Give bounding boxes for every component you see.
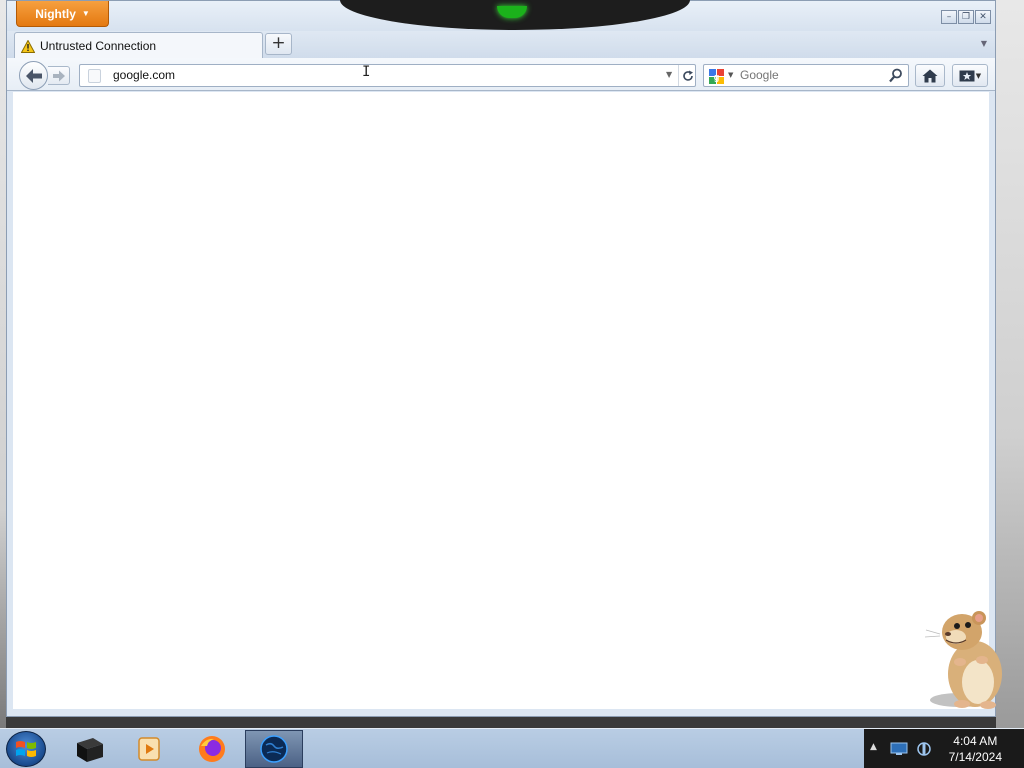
tab-list-chevron-icon[interactable]: ▼ bbox=[981, 39, 987, 48]
chevron-down-icon: ▼ bbox=[975, 71, 982, 80]
minimize-icon[interactable]: – bbox=[941, 10, 957, 24]
bookmarks-button[interactable]: ▼ bbox=[952, 64, 988, 87]
hamster-mascot-icon[interactable] bbox=[920, 604, 1012, 712]
warning-icon bbox=[21, 39, 35, 53]
taskbar-terminal-app[interactable] bbox=[60, 730, 118, 768]
clock-time: 4:04 AM bbox=[953, 734, 998, 748]
taskbar-firefox-app[interactable] bbox=[183, 730, 241, 768]
page-content[interactable]: I bbox=[13, 64, 989, 709]
url-bar[interactable]: google.com ▼ bbox=[79, 64, 696, 87]
search-icon[interactable] bbox=[889, 68, 903, 83]
tab-title: Untrusted Connection bbox=[40, 39, 157, 53]
site-identity-icon[interactable] bbox=[88, 69, 101, 83]
text-cursor-icon: I bbox=[362, 64, 371, 80]
bookmarks-star-icon bbox=[959, 70, 975, 82]
search-bar[interactable]: g ▼ bbox=[703, 64, 909, 87]
taskbar: ▲ 4:04 AM 7/14/2024 bbox=[0, 728, 1024, 768]
svg-text:g: g bbox=[714, 72, 720, 82]
tab-untrusted-connection[interactable]: Untrusted Connection bbox=[14, 32, 263, 59]
volume-icon[interactable] bbox=[916, 740, 932, 758]
history-dropdown-icon[interactable]: ▼ bbox=[666, 70, 672, 79]
url-input[interactable]: google.com bbox=[113, 68, 175, 82]
media-player-icon bbox=[138, 737, 160, 761]
app-menu-label: Nightly bbox=[35, 6, 76, 21]
tab-strip: Untrusted Connection + ▼ bbox=[7, 31, 995, 59]
nightly-globe-icon bbox=[260, 735, 288, 763]
system-tray: ▲ 4:04 AM 7/14/2024 bbox=[864, 729, 1024, 768]
back-button[interactable] bbox=[19, 61, 48, 90]
plus-icon: + bbox=[271, 33, 286, 53]
chevron-down-icon: ▼ bbox=[81, 9, 90, 18]
taskbar-nightly-app[interactable] bbox=[245, 730, 303, 768]
window-controls: – ❐ ✕ bbox=[941, 10, 991, 24]
close-icon[interactable]: ✕ bbox=[975, 10, 991, 24]
black-box-icon bbox=[77, 738, 103, 762]
home-button[interactable] bbox=[915, 64, 945, 87]
taskbar-media-player-app[interactable] bbox=[120, 730, 178, 768]
restore-icon[interactable]: ❐ bbox=[958, 10, 974, 24]
forward-arrow-icon bbox=[52, 70, 65, 81]
new-tab-button[interactable]: + bbox=[265, 33, 292, 55]
google-icon[interactable]: g bbox=[709, 69, 724, 84]
windows-logo-icon bbox=[16, 741, 36, 757]
home-icon bbox=[922, 69, 938, 82]
clock[interactable]: 4:04 AM 7/14/2024 bbox=[949, 733, 1002, 765]
forward-button[interactable] bbox=[48, 66, 70, 85]
reload-icon bbox=[682, 70, 693, 81]
start-button[interactable] bbox=[6, 731, 46, 767]
search-input[interactable] bbox=[740, 68, 880, 82]
back-arrow-icon bbox=[25, 68, 42, 83]
show-hidden-icons-icon[interactable]: ▲ bbox=[870, 742, 877, 752]
firefox-icon bbox=[199, 736, 225, 762]
browser-window: Nightly ▼ – ❐ ✕ Untrusted Connection + ▼ bbox=[6, 0, 996, 717]
app-menu-button[interactable]: Nightly ▼ bbox=[16, 1, 109, 27]
clock-date: 7/14/2024 bbox=[948, 750, 1002, 764]
reload-button[interactable] bbox=[678, 65, 696, 86]
network-icon[interactable] bbox=[890, 742, 908, 756]
navigation-toolbar: google.com ▼ g ▼ Google ▼ bbox=[7, 58, 995, 91]
engine-chevron-down-icon[interactable]: ▼ bbox=[728, 71, 733, 79]
